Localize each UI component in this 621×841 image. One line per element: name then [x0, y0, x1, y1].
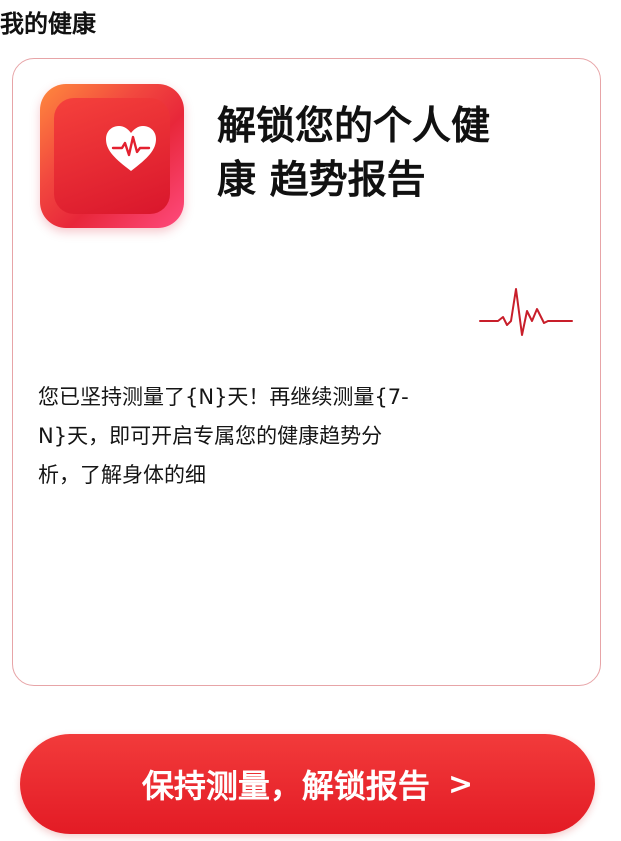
progress-message: 您已坚持测量了{N}天！再继续测量{7- N}天，即可开启专属您的健康趋势分 析…	[38, 378, 558, 495]
headline-line-2: 康 趋势报告	[217, 158, 426, 203]
headline-line-1: 解锁您的个人健	[217, 104, 491, 149]
page-title: 我的健康	[0, 10, 96, 38]
cta-label: 保持测量，解锁报告	[141, 767, 430, 805]
heart-icon	[106, 126, 156, 171]
headline: 解锁您的个人健 康 趋势报告	[217, 100, 577, 208]
message-line-3: 析，了解身体的细	[38, 463, 206, 487]
message-line-2: N}天，即可开启专属您的健康趋势分	[38, 424, 383, 448]
health-app-icon	[40, 84, 184, 228]
keep-measuring-unlock-button[interactable]: 保持测量，解锁报告 >	[20, 734, 595, 834]
chevron-right-icon: >	[447, 766, 474, 802]
message-line-1: 您已坚持测量了{N}天！再继续测量{7-	[38, 385, 409, 409]
ecg-wave-icon	[479, 288, 573, 336]
